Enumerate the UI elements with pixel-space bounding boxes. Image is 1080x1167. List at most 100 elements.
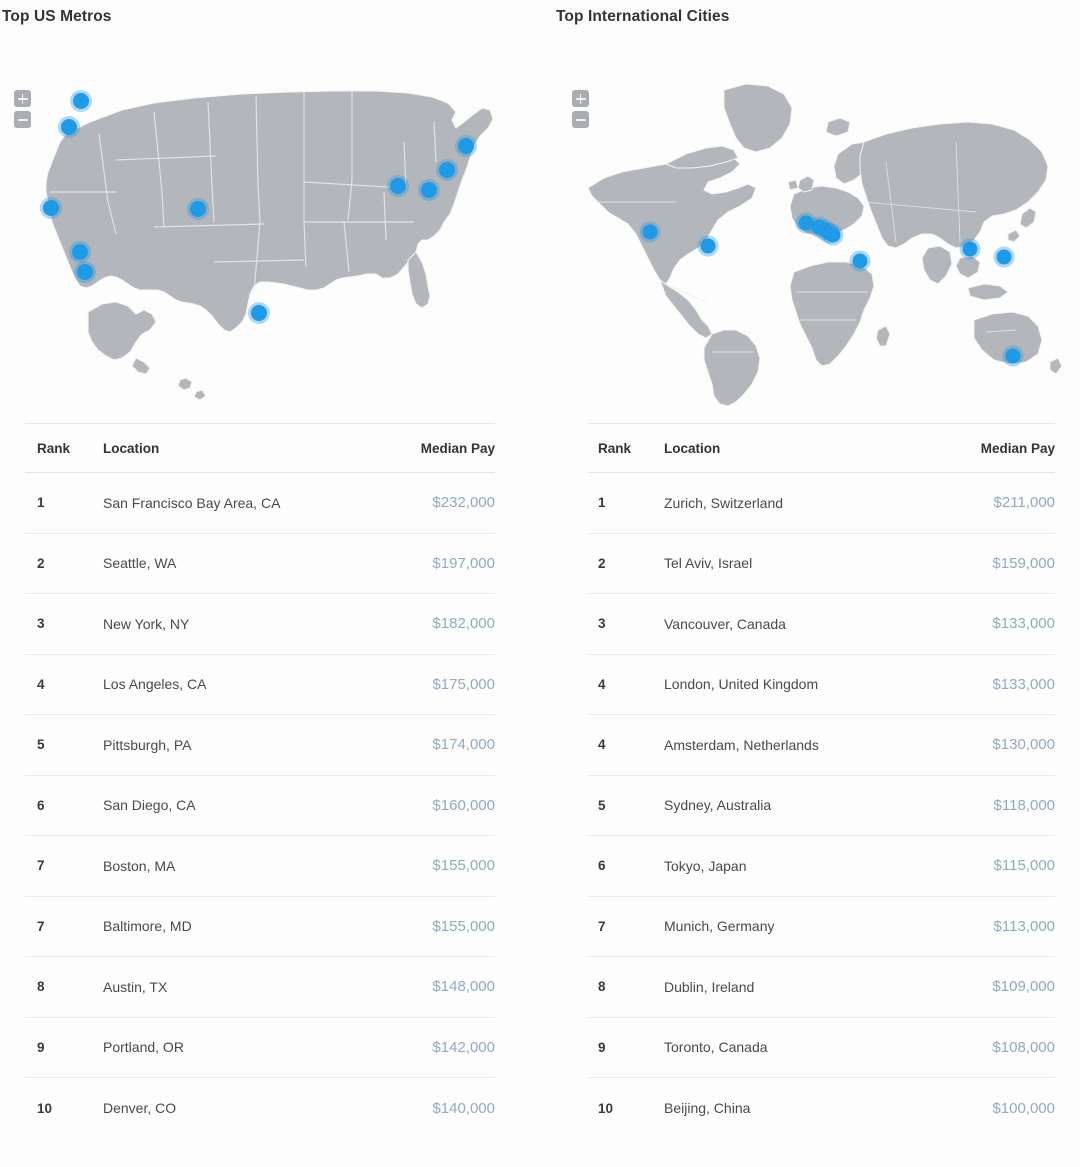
table-row[interactable]: 10 Denver, CO $140,000 — [25, 1078, 495, 1139]
map-marker[interactable] — [825, 227, 841, 243]
cell-median-pay: $148,000 — [432, 978, 495, 996]
map-marker[interactable] — [996, 249, 1012, 265]
table-row[interactable]: 8 Dublin, Ireland $109,000 — [588, 957, 1055, 1018]
zoom-out-icon[interactable] — [572, 111, 589, 128]
us-table-body: 1 San Francisco Bay Area, CA $232,000 2 Seat… — [25, 473, 495, 1139]
column-header-rank: Rank — [598, 440, 632, 456]
map-marker[interactable] — [962, 241, 978, 257]
cell-location: London, United Kingdom — [664, 676, 819, 693]
map-marker[interactable] — [852, 253, 868, 269]
cell-median-pay: $174,000 — [432, 736, 495, 754]
column-header-median-pay: Median Pay — [980, 440, 1055, 456]
cell-rank: 1 — [37, 495, 45, 511]
map-marker[interactable] — [42, 200, 59, 217]
table-row[interactable]: 3 New York, NY $182,000 — [25, 594, 495, 655]
cell-median-pay: $211,000 — [993, 494, 1055, 512]
column-header-median-pay: Median Pay — [420, 440, 495, 456]
cell-location: Boston, MA — [103, 857, 176, 874]
table-row[interactable]: 4 Amsterdam, Netherlands $130,000 — [588, 715, 1055, 776]
table-row[interactable]: 2 Seattle, WA $197,000 — [25, 534, 495, 594]
cell-rank: 7 — [598, 918, 606, 934]
cell-location: Tel Aviv, Israel — [664, 555, 753, 572]
map-marker[interactable] — [61, 119, 77, 136]
map-marker[interactable] — [72, 92, 89, 109]
cell-location: Tokyo, Japan — [664, 857, 747, 874]
map-marker[interactable] — [250, 304, 267, 321]
cell-median-pay: $140,000 — [432, 1099, 495, 1117]
table-row[interactable]: 4 London, United Kingdom $133,000 — [588, 655, 1055, 715]
cell-rank: 4 — [598, 676, 606, 692]
cell-rank: 10 — [598, 1100, 614, 1116]
table-row[interactable]: 8 Austin, TX $148,000 — [25, 957, 495, 1018]
cell-location: Dublin, Ireland — [664, 978, 755, 995]
cell-median-pay: $155,000 — [432, 917, 495, 935]
cell-rank: 8 — [37, 979, 45, 995]
cell-rank: 5 — [598, 797, 606, 813]
map-marker[interactable] — [1005, 348, 1021, 364]
map-marker[interactable] — [642, 224, 658, 240]
table-row[interactable]: 5 Sydney, Australia $118,000 — [588, 776, 1055, 836]
column-header-rank: Rank — [37, 440, 71, 456]
page-title-us: Top US Metros — [2, 8, 112, 25]
table-row[interactable]: 4 Los Angeles, CA $175,000 — [25, 655, 495, 715]
table-row[interactable]: 9 Portland, OR $142,000 — [25, 1018, 495, 1078]
table-row[interactable]: 2 Tel Aviv, Israel $159,000 — [588, 534, 1055, 594]
cell-rank: 6 — [37, 797, 45, 813]
map-marker[interactable] — [390, 178, 407, 195]
map-marker[interactable] — [700, 238, 716, 254]
map-marker[interactable] — [189, 201, 206, 218]
cell-location: San Diego, CA — [103, 797, 196, 814]
zoom-in-icon[interactable] — [572, 90, 589, 107]
table-row[interactable]: 6 Tokyo, Japan $115,000 — [588, 836, 1055, 897]
cell-rank: 1 — [598, 495, 606, 511]
cell-rank: 8 — [598, 979, 606, 995]
table-row[interactable]: 1 San Francisco Bay Area, CA $232,000 — [25, 473, 495, 534]
cell-location: Seattle, WA — [103, 555, 177, 572]
column-header-location: Location — [103, 440, 160, 456]
cell-location: New York, NY — [103, 615, 190, 632]
cell-rank: 7 — [37, 918, 45, 934]
map-zoom-controls-world[interactable] — [572, 90, 589, 132]
cell-location: Toronto, Canada — [664, 1039, 768, 1056]
page-title-international: Top International Cities — [556, 8, 730, 25]
table-row[interactable]: 10 Beijing, China $100,000 — [588, 1078, 1055, 1139]
map-marker[interactable] — [71, 244, 88, 261]
cell-rank: 5 — [37, 737, 45, 753]
cell-rank: 4 — [37, 676, 45, 692]
table-row[interactable]: 7 Baltimore, MD $155,000 — [25, 897, 495, 957]
dashboard-page: Top US Metros Rank Location Median Pay 1… — [0, 0, 1080, 1167]
column-header-location: Location — [664, 440, 721, 456]
table-row[interactable]: 5 Pittsburgh, PA $174,000 — [25, 715, 495, 776]
cell-median-pay: $109,000 — [992, 978, 1055, 996]
table-row[interactable]: 9 Toronto, Canada $108,000 — [588, 1018, 1055, 1078]
zoom-out-icon[interactable] — [14, 111, 31, 128]
cell-rank: 2 — [37, 555, 45, 571]
cell-location: Austin, TX — [103, 978, 168, 995]
cell-median-pay: $118,000 — [993, 796, 1055, 814]
us-map[interactable] — [4, 62, 524, 414]
map-zoom-controls[interactable] — [14, 90, 31, 132]
us-metros-table: Rank Location Median Pay 1 San Francisco … — [25, 423, 495, 1139]
map-marker[interactable] — [76, 264, 93, 281]
cell-location: Sydney, Australia — [664, 797, 772, 814]
cell-median-pay: $113,000 — [993, 917, 1055, 935]
cell-median-pay: $175,000 — [432, 675, 495, 693]
map-marker[interactable] — [457, 138, 474, 155]
world-map[interactable] — [556, 62, 1072, 414]
cell-location: Los Angeles, CA — [103, 676, 207, 693]
table-row[interactable]: 7 Munich, Germany $113,000 — [588, 897, 1055, 957]
map-marker[interactable] — [439, 162, 456, 179]
map-marker[interactable] — [421, 182, 438, 199]
table-row[interactable]: 7 Boston, MA $155,000 — [25, 836, 495, 897]
international-table-body: 1 Zurich, Switzerland $211,000 2 Tel Aviv, I… — [588, 473, 1055, 1139]
cell-rank: 10 — [37, 1100, 53, 1116]
cell-median-pay: $160,000 — [432, 796, 495, 814]
cell-median-pay: $100,000 — [992, 1099, 1055, 1117]
cell-median-pay: $130,000 — [992, 736, 1055, 754]
cell-median-pay: $115,000 — [993, 857, 1055, 875]
table-row[interactable]: 3 Vancouver, Canada $133,000 — [588, 594, 1055, 655]
cell-median-pay: $155,000 — [432, 857, 495, 875]
table-row[interactable]: 6 San Diego, CA $160,000 — [25, 776, 495, 836]
zoom-in-icon[interactable] — [14, 90, 31, 107]
table-row[interactable]: 1 Zurich, Switzerland $211,000 — [588, 473, 1055, 534]
